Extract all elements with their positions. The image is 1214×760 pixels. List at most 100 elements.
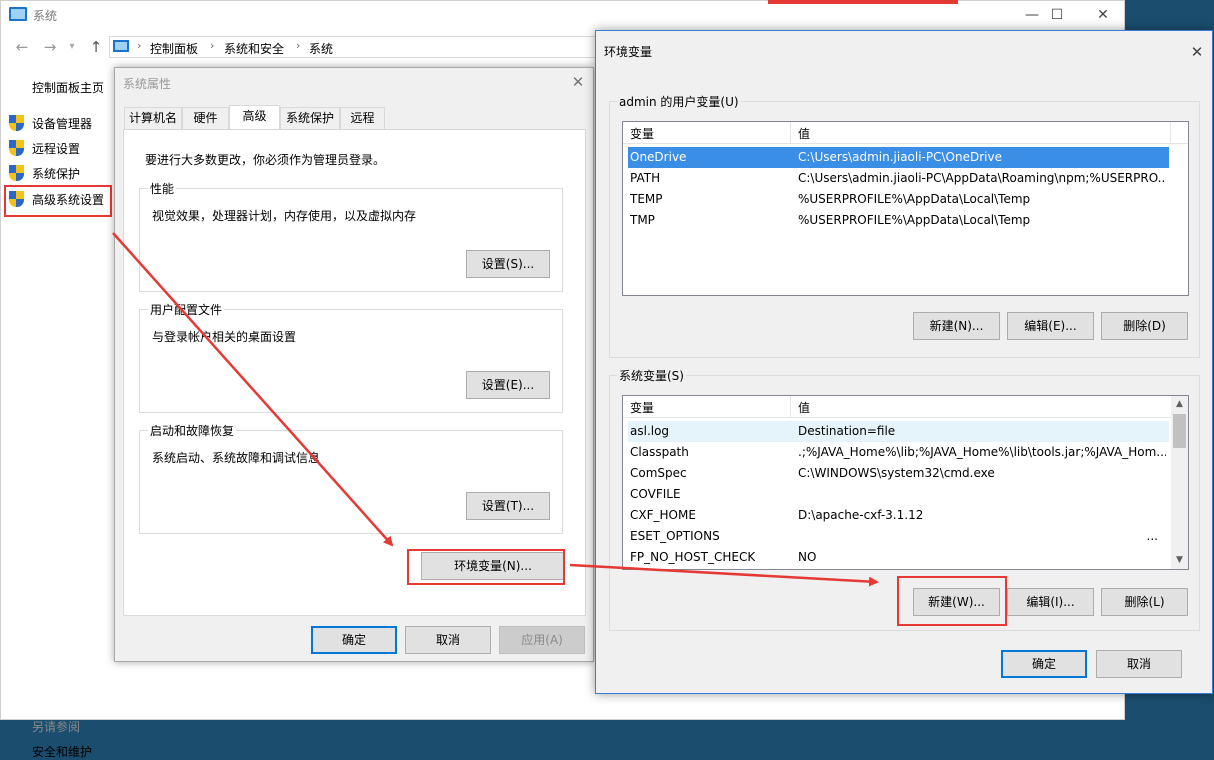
shield-icon [9, 115, 24, 131]
highlight-box-advanced-settings [4, 185, 112, 217]
variable-value: D:\apache-cxf-3.1.12 [798, 508, 924, 522]
ok-button[interactable]: 确定 [311, 626, 397, 654]
user-profiles-title: 用户配置文件 [148, 301, 225, 318]
sidebar-item-system-protection[interactable]: 系统保护 [9, 163, 113, 185]
table-row[interactable]: Classpath .;%JAVA_Home%\lib;%JAVA_Home%\… [628, 442, 1169, 463]
variable-name: OneDrive [630, 150, 687, 164]
breadcrumb-separator: › [296, 39, 301, 52]
table-row[interactable]: FP_NO_HOST_CHECK NO [628, 547, 1169, 568]
sidebar-item-label: 系统保护 [32, 167, 81, 181]
close-button[interactable]: ✕ [1080, 1, 1126, 29]
variable-value: %USERPROFILE%\AppData\Local\Temp [798, 192, 1031, 206]
system-titlebar[interactable]: 系统 — ☐ ✕ [1, 1, 1124, 31]
breadcrumb-control-panel[interactable]: 控制面板 [150, 40, 198, 57]
scroll-thumb[interactable] [1173, 414, 1186, 448]
highlight-box-env-button [407, 549, 565, 585]
maximize-button[interactable]: ☐ [1034, 1, 1080, 29]
forward-arrow-icon[interactable]: → [39, 37, 61, 57]
system-variables-title: 系统变量(S) [617, 367, 686, 384]
startup-recovery-group: 启动和故障恢复 系统启动、系统故障和调试信息 设置(T)... [139, 422, 563, 534]
system-properties-dialog: 系统属性 ✕ 计算机名 硬件 高级 系统保护 远程 要进行大多数更改，你必须作为… [114, 67, 594, 662]
table-row[interactable]: OneDrive C:\Users\admin.jiaoli-PC\OneDri… [628, 147, 1169, 168]
table-row[interactable]: TEMP %USERPROFILE%\AppData\Local\Temp [628, 189, 1169, 210]
performance-group: 性能 视觉效果，处理器计划，内存使用，以及虚拟内存 设置(S)... [139, 180, 563, 292]
tab-hardware[interactable]: 硬件 [182, 107, 229, 129]
variable-value: %USERPROFILE%\AppData\Local\Temp [798, 213, 1031, 227]
user-delete-button[interactable]: 删除(D) [1101, 312, 1188, 340]
table-row[interactable]: TMP %USERPROFILE%\AppData\Local\Temp [628, 210, 1169, 231]
scroll-down-icon[interactable]: ▼ [1171, 552, 1188, 569]
variable-name: CXF_HOME [630, 508, 696, 522]
variable-value: C:\WINDOWS\system32\cmd.exe [798, 466, 995, 480]
table-row[interactable]: PATH C:\Users\admin.jiaoli-PC\AppData\Ro… [628, 168, 1169, 189]
column-value[interactable]: 值 [798, 399, 810, 416]
sidebar-item-device-manager[interactable]: 设备管理器 [9, 113, 113, 135]
column-divider[interactable] [790, 396, 791, 418]
table-row[interactable]: CXF_HOME D:\apache-cxf-3.1.12 [628, 505, 1169, 526]
variable-value: .;%JAVA_Home%\lib;%JAVA_Home%\lib\tools.… [798, 445, 1166, 459]
scroll-up-icon[interactable]: ▲ [1171, 396, 1188, 413]
control-panel-icon [113, 40, 129, 52]
control-panel-home-link[interactable]: 控制面板主页 [32, 79, 104, 96]
dialog-title: 环境变量 [604, 45, 653, 59]
system-edit-button[interactable]: 编辑(I)... [1007, 588, 1094, 616]
variable-name: COVFILE [630, 487, 681, 501]
security-maintenance-link[interactable]: 安全和维护 [32, 743, 92, 760]
close-icon[interactable]: ✕ [567, 71, 589, 93]
sidebar-item-remote-settings[interactable]: 远程设置 [9, 138, 113, 160]
shield-icon [9, 165, 24, 181]
user-edit-button[interactable]: 编辑(E)... [1007, 312, 1094, 340]
performance-desc: 视觉效果，处理器计划，内存使用，以及虚拟内存 [152, 209, 417, 223]
up-arrow-icon[interactable]: ↑ [85, 37, 107, 57]
column-value[interactable]: 值 [798, 125, 810, 142]
performance-settings-button[interactable]: 设置(S)... [466, 250, 550, 278]
tab-computer-name[interactable]: 计算机名 [124, 107, 182, 129]
variable-value: ... [1146, 529, 1158, 543]
tab-system-protection[interactable]: 系统保护 [280, 107, 340, 129]
apply-button[interactable]: 应用(A) [499, 626, 585, 654]
sidebar-item-label: 远程设置 [32, 142, 81, 156]
system-window-title: 系统 [33, 9, 58, 23]
system-delete-button[interactable]: 删除(L) [1101, 588, 1188, 616]
admin-note: 要进行大多数更改，你必须作为管理员登录。 [145, 153, 386, 167]
partial-red-marker [768, 0, 958, 4]
variable-name: ComSpec [630, 466, 687, 480]
env-cancel-button[interactable]: 取消 [1096, 650, 1182, 678]
table-row[interactable]: ComSpec C:\WINDOWS\system32\cmd.exe [628, 463, 1169, 484]
variable-name: FP_NO_HOST_CHECK [630, 550, 756, 564]
startup-recovery-settings-button[interactable]: 设置(T)... [466, 492, 550, 520]
address-bar[interactable]: › 控制面板 › 系统和安全 › 系统 [109, 36, 629, 58]
table-row[interactable]: COVFILE [628, 484, 1169, 505]
user-new-button[interactable]: 新建(N)... [913, 312, 1000, 340]
variable-name: PATH [630, 171, 661, 185]
breadcrumb-system-security[interactable]: 系统和安全 [224, 40, 284, 57]
variable-name: TMP [630, 213, 655, 227]
column-variable[interactable]: 变量 [630, 399, 654, 416]
user-profiles-settings-button[interactable]: 设置(E)... [466, 371, 550, 399]
history-dropdown-icon[interactable]: ▾ [61, 37, 83, 57]
performance-title: 性能 [148, 180, 177, 197]
list-header: 变量 值 [623, 396, 1171, 418]
system-variables-list[interactable]: 变量 值 asl.log Destination=file Classpath … [622, 395, 1189, 570]
table-row[interactable]: ESET_OPTIONS ... [628, 526, 1169, 547]
tab-remote[interactable]: 远程 [340, 107, 385, 129]
column-divider[interactable] [790, 122, 791, 144]
vertical-scrollbar[interactable]: ▲ ▼ [1171, 396, 1188, 569]
sidebar-item-label: 设备管理器 [32, 117, 93, 131]
column-divider[interactable] [1170, 122, 1171, 144]
user-profiles-desc: 与登录帐户相关的桌面设置 [152, 330, 297, 344]
user-variables-list[interactable]: 变量 值 OneDrive C:\Users\admin.jiaoli-PC\O… [622, 121, 1189, 296]
cancel-button[interactable]: 取消 [405, 626, 491, 654]
variable-value: Destination=file [798, 424, 896, 438]
env-ok-button[interactable]: 确定 [1001, 650, 1087, 678]
variable-name: TEMP [630, 192, 663, 206]
user-profiles-group: 用户配置文件 与登录帐户相关的桌面设置 设置(E)... [139, 301, 563, 413]
tab-advanced[interactable]: 高级 [229, 105, 280, 130]
user-variables-title: admin 的用户变量(U) [617, 93, 741, 110]
close-icon[interactable]: ✕ [1186, 41, 1208, 63]
breadcrumb-system[interactable]: 系统 [309, 40, 333, 57]
table-row[interactable]: asl.log Destination=file [628, 421, 1169, 442]
dialog-title: 系统属性 [123, 77, 172, 91]
back-arrow-icon[interactable]: ← [11, 37, 33, 57]
column-variable[interactable]: 变量 [630, 125, 654, 142]
